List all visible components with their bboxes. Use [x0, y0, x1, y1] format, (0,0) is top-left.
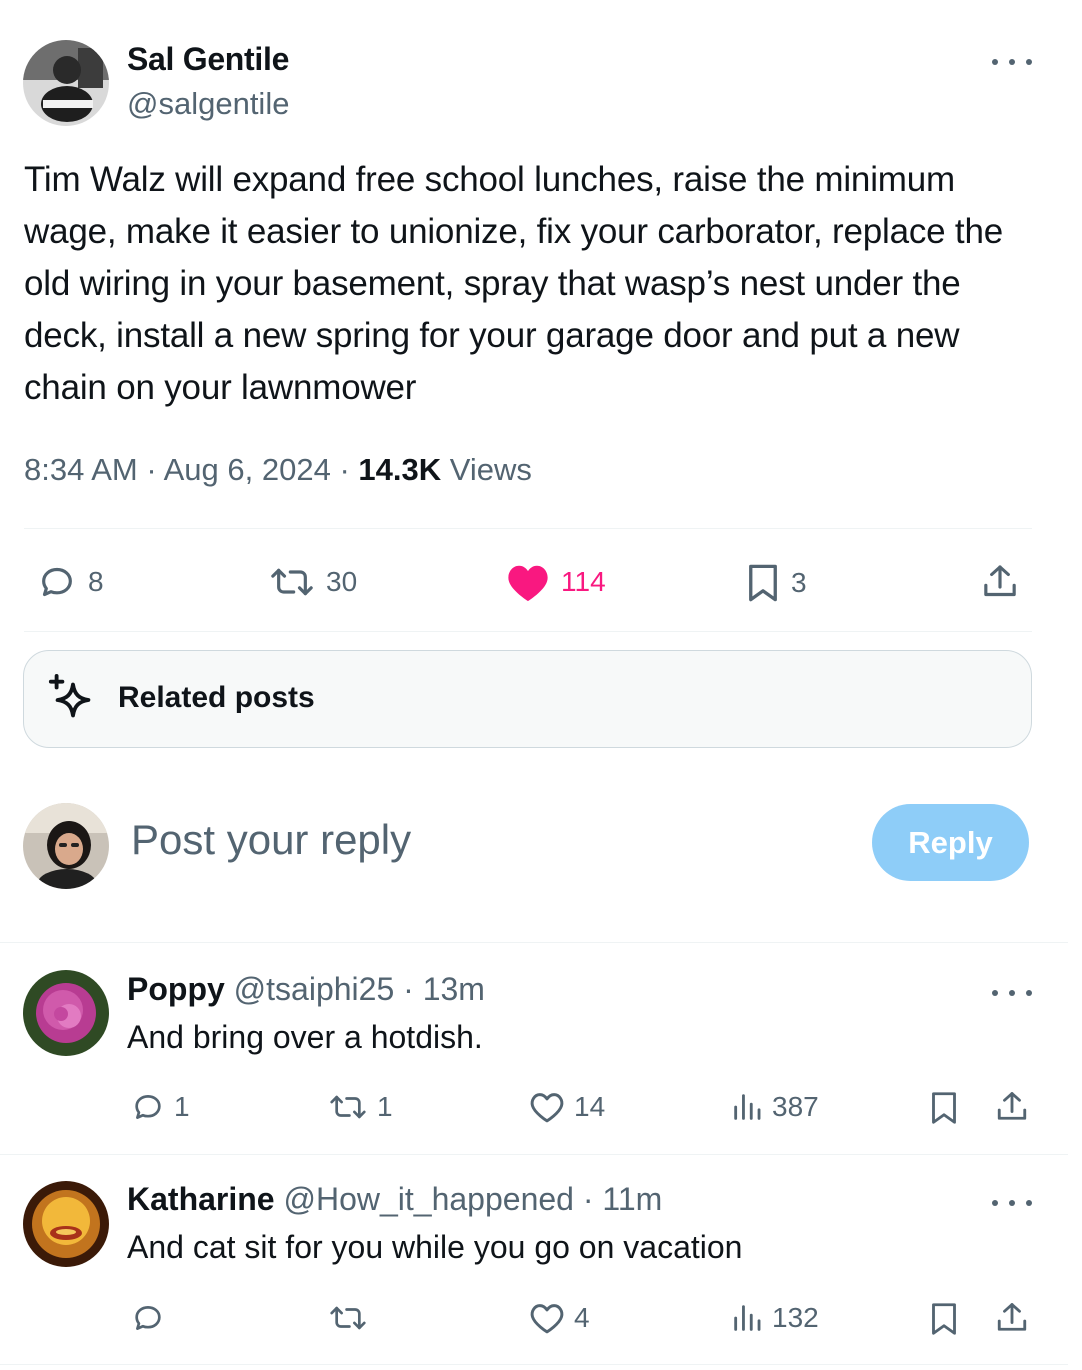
reply-icon	[42, 567, 72, 597]
like-count: 14	[574, 1091, 606, 1122]
more-options-icon[interactable]	[992, 1193, 1032, 1213]
reply-button[interactable]: Reply	[872, 804, 1029, 881]
repost-count: 1	[377, 1091, 393, 1122]
reply-header: Poppy @tsaiphi25 · 13m	[127, 971, 485, 1008]
repost-icon	[330, 1306, 366, 1330]
divider	[24, 528, 1032, 529]
tweet-time[interactable]: 8:34 AM	[24, 452, 138, 487]
like-count: 4	[574, 1302, 590, 1333]
reply-author-name[interactable]: Poppy	[127, 971, 225, 1007]
reply-avatar[interactable]	[23, 970, 109, 1056]
share-action[interactable]	[994, 1300, 1030, 1336]
like-count: 114	[561, 566, 606, 597]
views-action[interactable]: 132	[730, 1301, 819, 1335]
meta-separator: ·	[582, 1181, 594, 1217]
reply-action[interactable]: 1	[130, 1090, 190, 1124]
bookmark-icon	[932, 1092, 956, 1124]
reply-count: 1	[174, 1091, 190, 1122]
bookmark-icon	[932, 1303, 956, 1335]
share-action[interactable]	[980, 561, 1020, 603]
heart-icon	[530, 1304, 564, 1334]
repost-count: 30	[326, 566, 358, 597]
more-options-icon[interactable]	[992, 52, 1032, 72]
share-icon	[997, 1092, 1027, 1120]
share-icon	[984, 565, 1016, 597]
related-posts-card[interactable]: Related posts	[23, 650, 1032, 748]
bookmark-action[interactable]	[928, 1301, 960, 1337]
tweet-text: Tim Walz will expand free school lunches…	[24, 160, 1003, 407]
repost-action[interactable]: 1	[327, 1090, 393, 1124]
author-name[interactable]: Sal Gentile	[127, 41, 289, 78]
reply-text: And bring over a hotdish.	[127, 1019, 483, 1055]
reply-age[interactable]: 11m	[602, 1181, 662, 1217]
bookmark-action[interactable]	[928, 1090, 960, 1126]
divider	[0, 1154, 1068, 1155]
reply-age[interactable]: 13m	[423, 971, 485, 1007]
views-action[interactable]: 387	[730, 1090, 819, 1124]
meta-separator: ·	[403, 971, 414, 1007]
view-count: 132	[772, 1302, 819, 1333]
repost-action[interactable]	[327, 1301, 377, 1335]
related-posts-label: Related posts	[118, 681, 315, 714]
heart-icon	[508, 565, 548, 602]
analytics-icon	[734, 1305, 761, 1331]
reply-header: Katharine @How_it_happened · 11m	[127, 1181, 662, 1218]
divider	[0, 1364, 1068, 1365]
reply-icon	[135, 1306, 161, 1330]
repost-action[interactable]: 30	[268, 562, 357, 602]
reply-author-handle[interactable]: @tsaiphi25	[234, 971, 395, 1007]
reply-action[interactable]: 8	[36, 562, 104, 602]
bookmark-count: 3	[791, 567, 807, 598]
more-options-icon[interactable]	[992, 983, 1032, 1003]
reply-author-name[interactable]: Katharine	[127, 1181, 275, 1217]
author-handle[interactable]: @salgentile	[127, 86, 289, 122]
bookmark-action[interactable]: 3	[745, 562, 807, 604]
like-action[interactable]: 4	[528, 1301, 590, 1335]
reply-count: 8	[88, 566, 104, 597]
meta-separator: ·	[146, 452, 157, 487]
views-label: Views	[449, 452, 532, 487]
views-count: 14.3K	[358, 452, 442, 487]
tweet-date[interactable]: Aug 6, 2024	[164, 452, 331, 487]
view-count: 387	[772, 1091, 819, 1122]
like-action[interactable]: 114	[505, 561, 606, 603]
bookmark-icon	[749, 564, 777, 602]
reply-avatar[interactable]	[23, 1181, 109, 1267]
analytics-icon	[734, 1094, 761, 1120]
reply-text: And cat sit for you while you go on vaca…	[127, 1229, 743, 1265]
reply-input[interactable]: Post your reply	[131, 816, 411, 864]
sparkle-icon	[48, 673, 91, 718]
share-action[interactable]	[994, 1089, 1030, 1125]
reply-icon	[135, 1095, 161, 1119]
divider	[0, 942, 1068, 943]
reply-author-handle[interactable]: @How_it_happened	[283, 1181, 573, 1217]
heart-icon	[530, 1093, 564, 1123]
divider	[24, 631, 1032, 632]
tweet-meta: 8:34 AM · Aug 6, 2024 · 14.3K Views	[24, 452, 532, 488]
repost-icon	[271, 568, 313, 596]
share-icon	[997, 1303, 1027, 1331]
author-avatar[interactable]	[23, 40, 109, 126]
repost-icon	[330, 1095, 366, 1119]
meta-separator: ·	[339, 452, 350, 487]
like-action[interactable]: 14	[528, 1090, 605, 1124]
reply-action[interactable]	[130, 1301, 174, 1335]
user-avatar[interactable]	[23, 803, 109, 889]
